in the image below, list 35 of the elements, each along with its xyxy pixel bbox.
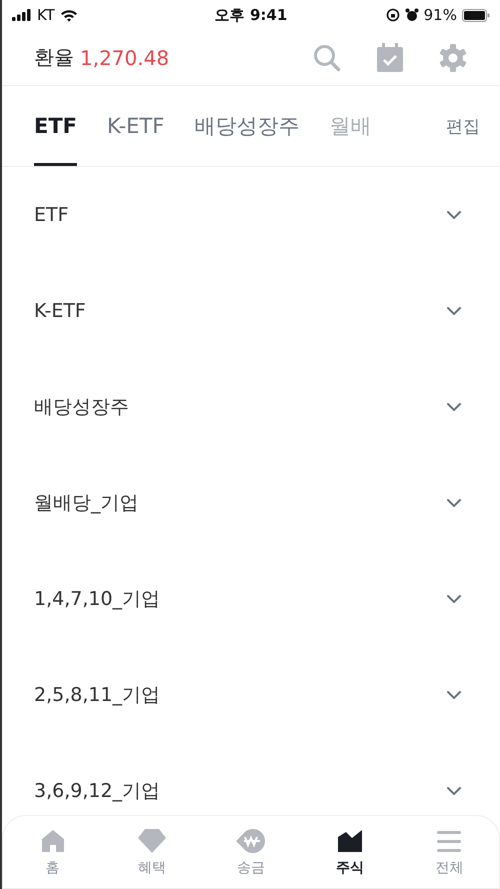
battery-icon <box>462 8 490 22</box>
wifi-icon <box>60 8 78 22</box>
exchange-rate-value: 1,270.48 <box>80 46 170 70</box>
group-name[interactable]: 1,4,7,10_기업 <box>34 586 160 612</box>
chevron-icon[interactable] <box>446 402 462 412</box>
rotation-lock-icon <box>386 8 400 22</box>
gem-icon <box>136 828 167 854</box>
battery-percent: 91% <box>424 6 457 24</box>
group-name[interactable]: K-ETF <box>34 300 86 322</box>
group-name[interactable]: ETF <box>34 204 69 226</box>
chevron-icon[interactable] <box>446 594 462 604</box>
category-tab[interactable]: 배당성장주 <box>194 86 300 166</box>
calendar-check-icon[interactable] <box>376 42 404 72</box>
group-name[interactable]: 2,5,8,11_기업 <box>34 682 160 708</box>
chevron-icon[interactable] <box>446 210 462 220</box>
edit-button[interactable]: 편집 <box>446 114 500 138</box>
chevron-icon[interactable] <box>446 306 462 316</box>
nav-tab[interactable]: 주식 <box>320 828 380 888</box>
group-name[interactable]: 월배당_기업 <box>34 490 138 516</box>
group-name[interactable]: 3,6,9,12_기업 <box>34 778 160 804</box>
stock-chart-icon <box>337 828 364 854</box>
won-coin-icon <box>234 828 267 854</box>
chevron-icon[interactable] <box>446 498 462 508</box>
category-tab[interactable]: ETF <box>34 86 78 166</box>
signal-icon <box>12 9 32 21</box>
category-tab[interactable]: K-ETF <box>107 86 164 166</box>
alarm-icon <box>404 8 419 22</box>
chevron-icon[interactable] <box>446 786 462 796</box>
home-icon <box>40 828 66 854</box>
chevron-icon[interactable] <box>446 690 462 700</box>
status-time: 오후 9:41 <box>214 6 288 24</box>
group-name[interactable]: 배당성장주 <box>34 394 129 420</box>
menu-icon <box>436 828 462 854</box>
exchange-rate-label: 환율 <box>34 44 74 71</box>
carrier-label: KT <box>37 6 55 24</box>
